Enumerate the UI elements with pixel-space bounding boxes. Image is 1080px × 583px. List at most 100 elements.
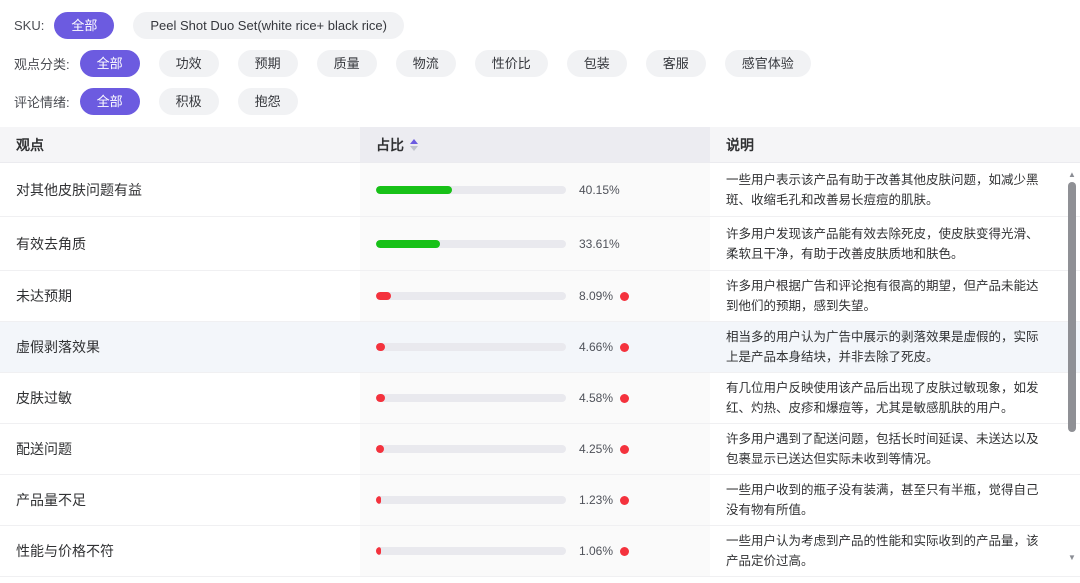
share-cell: 8.09% [360, 271, 710, 321]
share-bar-track [376, 186, 566, 194]
opinions-table: 观点 占比 说明 对其他皮肤问题有益 40.15% 一些用户表示该产品有助于改善… [0, 127, 1080, 577]
filter-chip[interactable]: 预期 [238, 50, 298, 77]
share-percent-label: 8.09% [579, 289, 613, 303]
share-bar-track [376, 496, 566, 504]
opinion-label: 未达预期 [16, 286, 72, 306]
column-header-opinion: 观点 [0, 127, 360, 162]
review-sentiment-chip-group: 全部积极抱怨 [80, 88, 298, 115]
column-header-share-label: 占比 [376, 135, 404, 155]
scroll-up-arrow-icon[interactable]: ▲ [1066, 170, 1078, 180]
table-row[interactable]: 皮肤过敏 4.58% 有几位用户反映使用该产品后出现了皮肤过敏现象，如发红、灼热… [0, 373, 1080, 424]
filters-section: SKU: 全部Peel Shot Duo Set(white rice+ bla… [0, 0, 1080, 115]
share-cell: 1.06% [360, 526, 710, 576]
negative-indicator-dot [620, 547, 629, 556]
description-text: 一些用户表示该产品有助于改善其他皮肤问题，如减少黑斑、收缩毛孔和改善易长痘痘的肌… [726, 170, 1046, 210]
opinion-label: 产品量不足 [16, 490, 86, 510]
vertical-scrollbar[interactable]: ▲ ▼ [1066, 165, 1078, 583]
table-row[interactable]: 未达预期 8.09% 许多用户根据广告和评论抱有很高的期望，但产品未能达到他们的… [0, 271, 1080, 322]
filter-row-opinion-category: 观点分类: 全部功效预期质量物流性价比包装客服感官体验 [14, 50, 1066, 77]
share-bar-track [376, 394, 566, 402]
table-row[interactable]: 产品量不足 1.23% 一些用户收到的瓶子没有装满，甚至只有半瓶，觉得自己没有物… [0, 475, 1080, 526]
share-percent-label: 4.25% [579, 442, 613, 456]
filter-chip[interactable]: 全部 [54, 12, 114, 39]
share-percent-label: 33.61% [579, 237, 620, 251]
table-row[interactable]: 性能与价格不符 1.06% 一些用户认为考虑到产品的性能和实际收到的产品量，该产… [0, 526, 1080, 577]
opinion-label: 性能与价格不符 [16, 541, 114, 561]
description-text: 许多用户根据广告和评论抱有很高的期望，但产品未能达到他们的预期，感到失望。 [726, 276, 1046, 316]
share-bar-track [376, 445, 566, 453]
share-percent-label: 1.06% [579, 544, 613, 558]
scroll-down-arrow-icon[interactable]: ▼ [1066, 553, 1078, 563]
description-text: 一些用户认为考虑到产品的性能和实际收到的产品量，该产品定价过高。 [726, 531, 1046, 571]
description-cell: 一些用户收到的瓶子没有装满，甚至只有半瓶，觉得自己没有物有所值。 [710, 475, 1080, 525]
column-header-share[interactable]: 占比 [360, 127, 710, 162]
share-percent-label: 4.58% [579, 391, 613, 405]
negative-indicator-dot [620, 445, 629, 454]
negative-indicator-dot [620, 343, 629, 352]
filter-chip[interactable]: 感官体验 [725, 50, 811, 77]
table-row[interactable]: 配送问题 4.25% 许多用户遇到了配送问题，包括长时间延误、未送达以及包裹显示… [0, 424, 1080, 475]
table-body: 对其他皮肤问题有益 40.15% 一些用户表示该产品有助于改善其他皮肤问题，如减… [0, 163, 1080, 577]
filter-chip[interactable]: 客服 [646, 50, 706, 77]
opinion-cell: 产品量不足 [0, 475, 360, 525]
review-sentiment-filter-label: 评论情绪: [14, 92, 70, 111]
share-bar-track [376, 343, 566, 351]
filter-chip[interactable]: 全部 [80, 88, 140, 115]
filter-chip[interactable]: 性价比 [475, 50, 548, 77]
opinion-category-chip-group: 全部功效预期质量物流性价比包装客服感官体验 [80, 50, 811, 77]
share-bar-fill [376, 343, 385, 351]
sort-descending-icon[interactable] [410, 146, 418, 151]
opinion-category-filter-label: 观点分类: [14, 54, 70, 73]
opinion-label: 有效去角质 [16, 234, 86, 254]
filter-chip[interactable]: 包装 [567, 50, 627, 77]
share-bar-track [376, 240, 566, 248]
table-row[interactable]: 有效去角质 33.61% 许多用户发现该产品能有效去除死皮，使皮肤变得光滑、柔软… [0, 217, 1080, 271]
column-header-description: 说明 [710, 127, 1080, 162]
filter-row-sku: SKU: 全部Peel Shot Duo Set(white rice+ bla… [14, 12, 1066, 39]
share-cell: 4.58% [360, 373, 710, 423]
sort-ascending-icon[interactable] [410, 139, 418, 144]
description-cell: 许多用户发现该产品能有效去除死皮，使皮肤变得光滑、柔软且干净，有助于改善皮肤质地… [710, 217, 1080, 270]
opinion-cell: 皮肤过敏 [0, 373, 360, 423]
description-cell: 有几位用户反映使用该产品后出现了皮肤过敏现象，如发红、灼热、皮疹和爆痘等，尤其是… [710, 373, 1080, 423]
share-bar-fill [376, 240, 440, 248]
share-cell: 4.25% [360, 424, 710, 474]
opinion-label: 虚假剥落效果 [16, 337, 100, 357]
share-cell: 1.23% [360, 475, 710, 525]
opinion-cell: 未达预期 [0, 271, 360, 321]
sort-control[interactable] [410, 139, 418, 151]
scrollbar-thumb[interactable] [1068, 182, 1076, 432]
filter-chip[interactable]: Peel Shot Duo Set(white rice+ black rice… [133, 12, 404, 39]
share-bar-fill [376, 496, 381, 504]
opinion-cell: 有效去角质 [0, 217, 360, 270]
opinion-cell: 虚假剥落效果 [0, 322, 360, 372]
negative-indicator-dot [620, 496, 629, 505]
share-bar-fill [376, 445, 384, 453]
description-cell: 许多用户遇到了配送问题，包括长时间延误、未送达以及包裹显示已送达但实际未收到等情… [710, 424, 1080, 474]
share-bar-track [376, 547, 566, 555]
opinion-label: 皮肤过敏 [16, 388, 72, 408]
filter-chip[interactable]: 全部 [80, 50, 140, 77]
share-bar-fill [376, 292, 391, 300]
table-row[interactable]: 对其他皮肤问题有益 40.15% 一些用户表示该产品有助于改善其他皮肤问题，如减… [0, 163, 1080, 217]
share-bar-fill [376, 186, 452, 194]
description-text: 相当多的用户认为广告中展示的剥落效果是虚假的，实际上是产品本身结块，并非去除了死… [726, 327, 1046, 367]
filter-chip[interactable]: 功效 [159, 50, 219, 77]
filter-chip[interactable]: 物流 [396, 50, 456, 77]
description-cell: 许多用户根据广告和评论抱有很高的期望，但产品未能达到他们的预期，感到失望。 [710, 271, 1080, 321]
table-row[interactable]: 虚假剥落效果 4.66% 相当多的用户认为广告中展示的剥落效果是虚假的，实际上是… [0, 322, 1080, 373]
filter-chip[interactable]: 质量 [317, 50, 377, 77]
opinion-label: 配送问题 [16, 439, 72, 459]
description-cell: 一些用户认为考虑到产品的性能和实际收到的产品量，该产品定价过高。 [710, 526, 1080, 576]
share-bar-fill [376, 394, 385, 402]
description-text: 一些用户收到的瓶子没有装满，甚至只有半瓶，觉得自己没有物有所值。 [726, 480, 1046, 520]
table-header-row: 观点 占比 说明 [0, 127, 1080, 163]
filter-chip[interactable]: 积极 [159, 88, 219, 115]
opinion-label: 对其他皮肤问题有益 [16, 180, 142, 200]
description-cell: 相当多的用户认为广告中展示的剥落效果是虚假的，实际上是产品本身结块，并非去除了死… [710, 322, 1080, 372]
share-cell: 33.61% [360, 217, 710, 270]
description-text: 许多用户遇到了配送问题，包括长时间延误、未送达以及包裹显示已送达但实际未收到等情… [726, 429, 1046, 469]
description-cell: 一些用户表示该产品有助于改善其他皮肤问题，如减少黑斑、收缩毛孔和改善易长痘痘的肌… [710, 163, 1080, 216]
opinion-cell: 对其他皮肤问题有益 [0, 163, 360, 216]
filter-chip[interactable]: 抱怨 [238, 88, 298, 115]
